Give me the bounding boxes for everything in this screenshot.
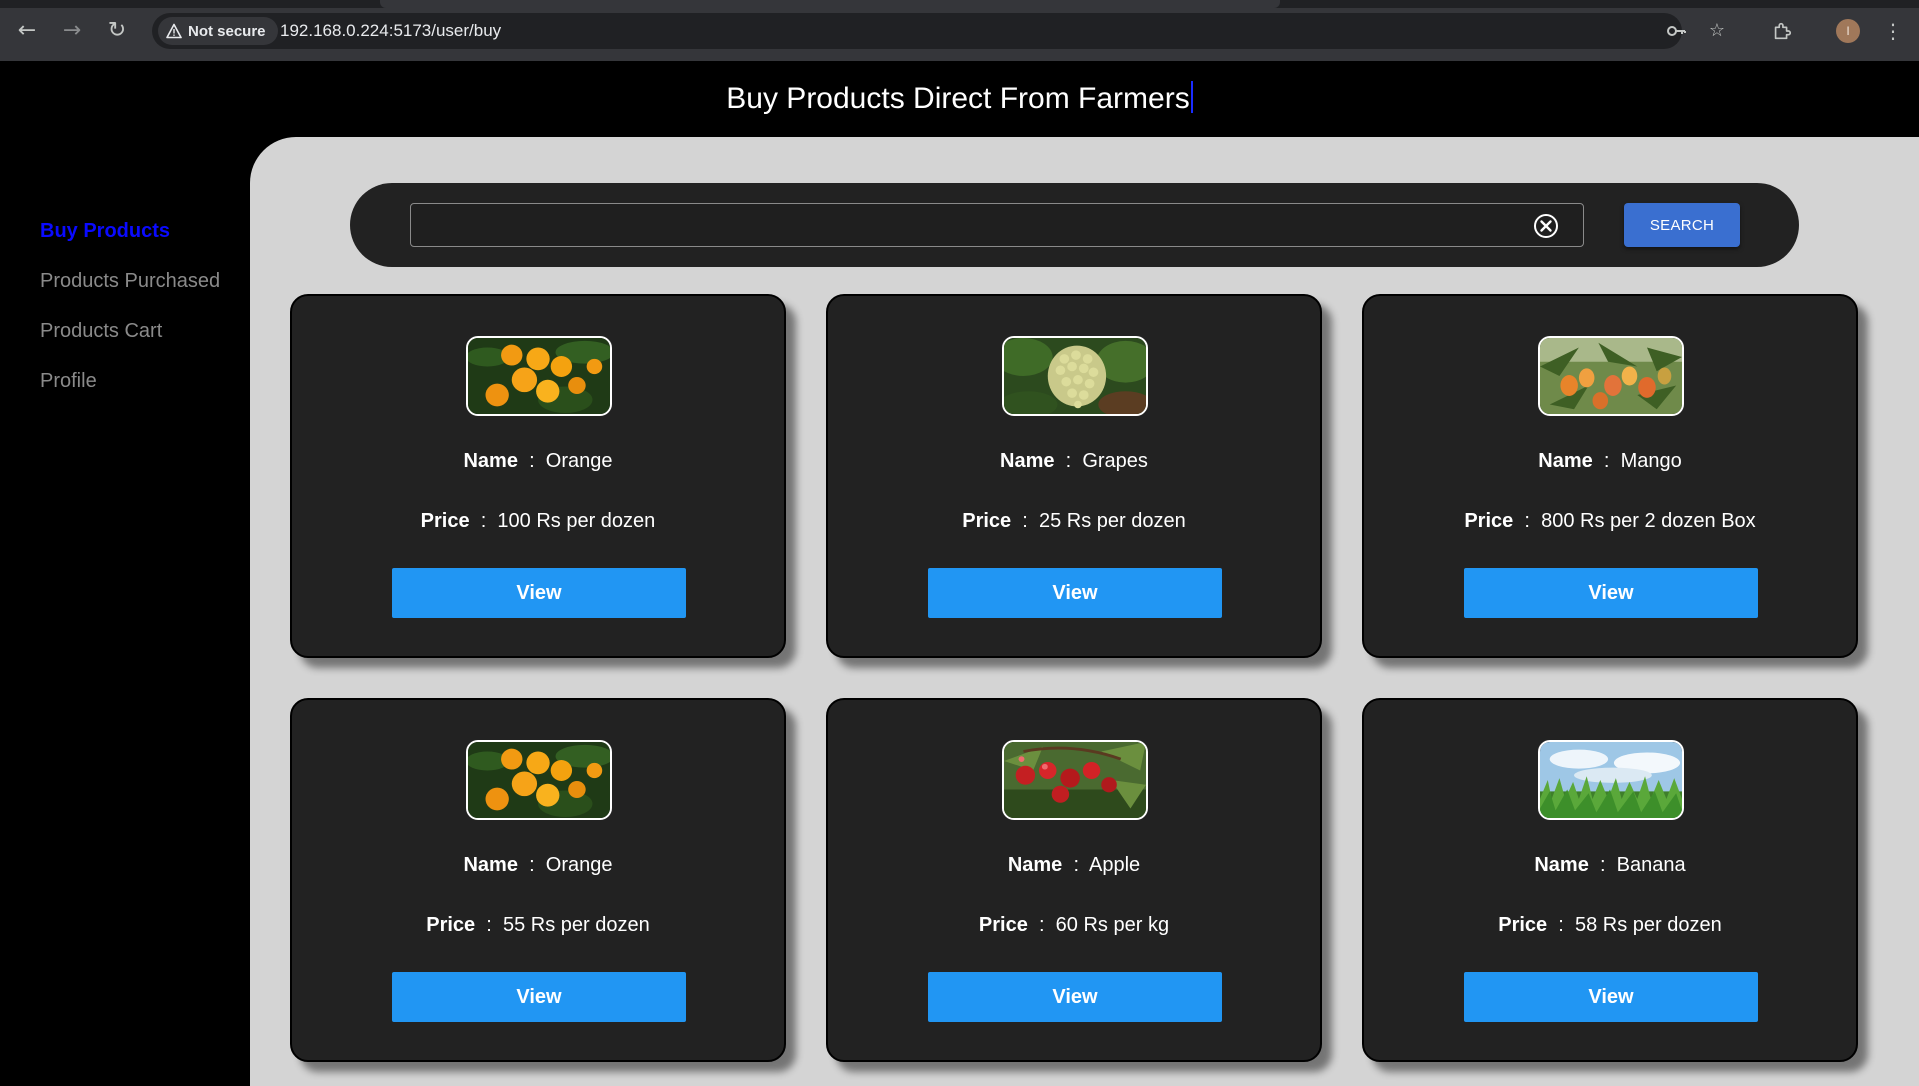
page-title: Buy Products Direct From Farmers (0, 81, 1919, 116)
product-price: 60 Rs per kg (1055, 914, 1170, 936)
product-name-row: Name : Mango (1364, 450, 1856, 473)
product-price: 58 Rs per dozen (1574, 914, 1722, 936)
product-name: Orange (545, 450, 613, 472)
product-name: Banana (1616, 854, 1686, 876)
active-tab-edge (380, 0, 1280, 8)
product-name-row: Name : Orange (292, 450, 784, 473)
product-price: 25 Rs per dozen (1038, 510, 1186, 532)
product-card: Name : Grapes Price : 25 Rs per dozen Vi… (826, 294, 1322, 658)
product-card: Name : Mango Price : 800 Rs per 2 dozen … (1362, 294, 1858, 658)
product-name: Orange (545, 854, 613, 876)
view-button[interactable]: View (392, 568, 686, 618)
product-name-row: Name : Orange (292, 854, 784, 877)
product-name: Grapes (1082, 450, 1148, 472)
product-price-row: Price : 25 Rs per dozen (828, 510, 1320, 533)
product-card: Name : Orange Price : 55 Rs per dozen Vi… (290, 698, 786, 1062)
name-label: Name (463, 854, 518, 876)
product-price: 800 Rs per 2 dozen Box (1541, 510, 1756, 532)
warning-icon (166, 23, 182, 39)
product-image-cherries (1002, 740, 1148, 820)
product-price-row: Price : 100 Rs per dozen (292, 510, 784, 533)
browser-toolbar: ← → ↻ Not secure 192.168.0.224:5173/user… (0, 0, 1919, 61)
price-label: Price (420, 510, 470, 532)
bookmark-star-icon[interactable]: ☆ (1705, 19, 1729, 43)
reload-icon[interactable]: ↻ (102, 16, 132, 46)
product-card: Name : Orange Price : 100 Rs per dozen V… (290, 294, 786, 658)
separator: : (480, 510, 487, 532)
sidebar-item-products-cart[interactable]: Products Cart (40, 320, 162, 343)
name-label: Name (1538, 450, 1593, 472)
app-header: Buy Products Direct From Farmers (0, 61, 1919, 137)
view-button[interactable]: View (928, 568, 1222, 618)
forward-icon[interactable]: → (57, 16, 87, 46)
separator: : (1599, 854, 1606, 876)
product-image-oranges (466, 336, 612, 416)
name-label: Name (463, 450, 518, 472)
address-bar[interactable]: Not secure 192.168.0.224:5173/user/buy ☆ (152, 13, 1725, 49)
sidebar-item-profile[interactable]: Profile (40, 370, 97, 393)
product-name: Mango (1620, 450, 1682, 472)
search-bar: SEARCH (350, 183, 1799, 267)
password-key-icon[interactable] (1664, 19, 1688, 43)
clear-search-icon[interactable] (1533, 213, 1559, 239)
separator: : (1022, 510, 1028, 532)
separator: : (1524, 510, 1530, 532)
separator: : (1073, 854, 1079, 876)
product-price: 55 Rs per dozen (502, 914, 650, 936)
separator: : (486, 914, 492, 936)
separator: : (529, 854, 535, 876)
product-price-row: Price : 800 Rs per 2 dozen Box (1364, 510, 1856, 533)
menu-kebab-icon[interactable]: ⋮ (1878, 16, 1908, 46)
product-name-row: Name : Banana (1364, 854, 1856, 877)
name-label: Name (1534, 854, 1589, 876)
view-button[interactable]: View (1464, 972, 1758, 1022)
product-name-row: Name : Grapes (828, 450, 1320, 473)
name-label: Name (1000, 450, 1055, 472)
sidebar-item-products-purchased[interactable]: Products Purchased (40, 270, 220, 293)
separator: : (529, 450, 535, 472)
price-label: Price (1498, 914, 1548, 936)
product-image-grapes (1002, 336, 1148, 416)
product-image-mangoes (1538, 336, 1684, 416)
sidebar: Buy Products Products Purchased Products… (0, 137, 250, 1086)
url-text[interactable]: 192.168.0.224:5173/user/buy (280, 21, 501, 41)
security-chip[interactable]: Not secure (158, 17, 278, 45)
product-price-row: Price : 60 Rs per kg (828, 914, 1320, 937)
extensions-icon[interactable] (1767, 16, 1797, 46)
profile-avatar[interactable]: I (1836, 19, 1860, 43)
separator: : (1558, 914, 1564, 936)
back-icon[interactable]: ← (12, 16, 42, 46)
separator: : (1603, 450, 1610, 472)
search-button[interactable]: SEARCH (1624, 203, 1740, 247)
product-price-row: Price : 58 Rs per dozen (1364, 914, 1856, 937)
product-price-row: Price : 55 Rs per dozen (292, 914, 784, 937)
product-image-crop-field (1538, 740, 1684, 820)
price-label: Price (962, 510, 1012, 532)
search-input[interactable] (410, 203, 1584, 247)
product-name: Apple (1089, 854, 1141, 876)
separator: : (1065, 450, 1072, 472)
security-label: Not secure (188, 22, 266, 40)
view-button[interactable]: View (928, 972, 1222, 1022)
separator: : (1038, 914, 1045, 936)
product-image-oranges (466, 740, 612, 820)
view-button[interactable]: View (392, 972, 686, 1022)
price-label: Price (978, 914, 1028, 936)
sidebar-item-buy-products[interactable]: Buy Products (40, 220, 170, 243)
product-name-row: Name : Apple (828, 854, 1320, 877)
product-card: Name : Apple Price : 60 Rs per kg View (826, 698, 1322, 1062)
main-panel: SEARCH Name : Orange Price : 100 Rs per … (250, 137, 1919, 1086)
name-label: Name (1007, 854, 1063, 876)
view-button[interactable]: View (1464, 568, 1758, 618)
product-price: 100 Rs per dozen (497, 510, 656, 532)
price-label: Price (426, 914, 476, 936)
text-caret (1190, 81, 1193, 113)
price-label: Price (1464, 510, 1514, 532)
product-card: Name : Banana Price : 58 Rs per dozen Vi… (1362, 698, 1858, 1062)
